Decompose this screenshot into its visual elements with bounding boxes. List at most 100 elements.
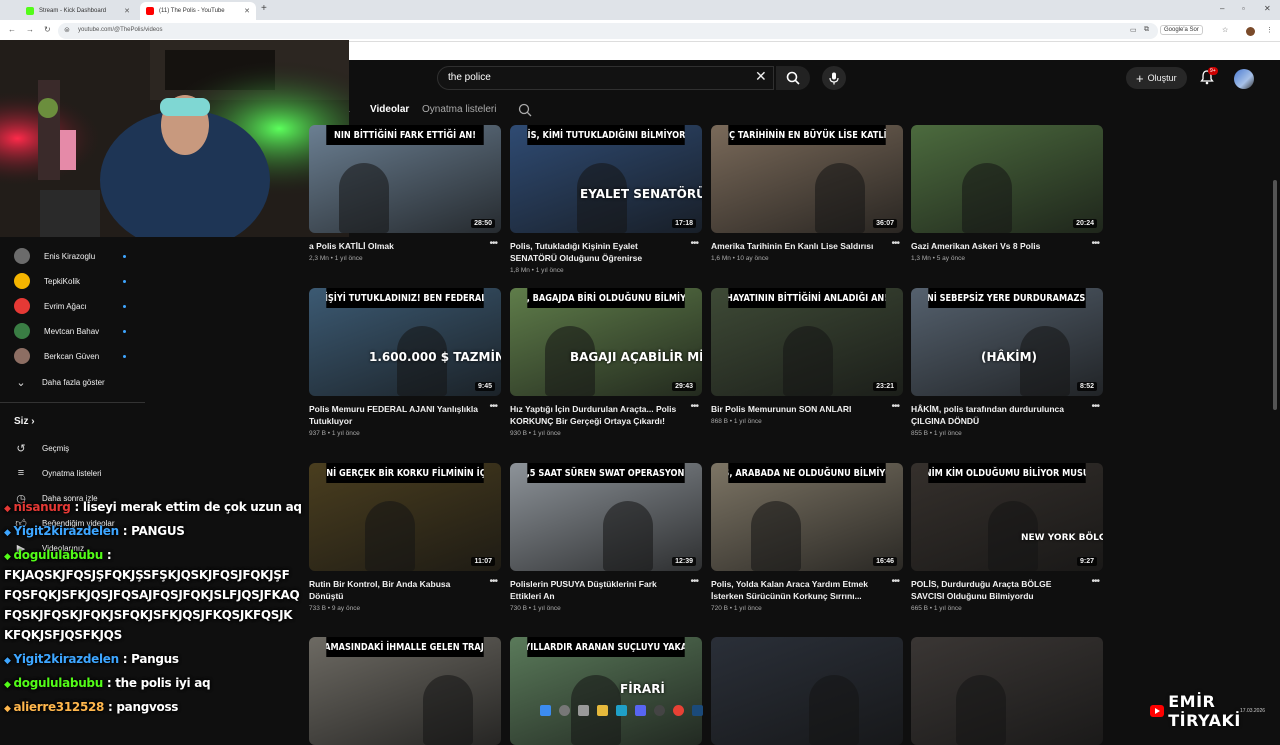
browser-tab-kick[interactable]: Stream - Kick Dashboard ✕ [20, 2, 136, 20]
close-tab-icon[interactable]: ✕ [124, 7, 130, 15]
more-options-icon[interactable]: ••• [1091, 401, 1099, 412]
obs-icon[interactable] [654, 704, 665, 716]
video-thumbnail[interactable]: YANLIŞ KİŞİYİ TUTUKLADINIZ! BEN FEDERAL … [309, 288, 501, 396]
video-title[interactable]: a Polis KATİLİ Olmak [309, 240, 484, 252]
video-thumbnail[interactable]: POLİS, KENDİNİ GERÇEK BİR KORKU FİLMİNİN… [309, 463, 501, 571]
video-title[interactable]: POLİS, Durdurduğu Araçta BÖLGE SAVCISI O… [911, 578, 1086, 602]
sidebar-item-sub-0[interactable]: Enis Kirazoglu [14, 248, 126, 264]
video-card[interactable] [911, 637, 1103, 745]
video-thumbnail[interactable]: POLİS, ARABADA NE OLDUĞUNU BİLMİYORDU 16:… [711, 463, 903, 571]
more-options-icon[interactable]: ••• [1091, 238, 1099, 249]
site-info-icon[interactable]: ⊜ [64, 26, 70, 34]
video-card[interactable]: FBI, YILLARDIR ARANAN SUÇLUYU YAKALADI Fİ… [510, 637, 702, 745]
google-ask-button[interactable]: Google'a Sor [1160, 25, 1203, 35]
search-input[interactable]: the police [437, 66, 774, 90]
video-thumbnail[interactable]: 8,5 SAAT SÜREN SWAT OPERASYONU 12:39 [510, 463, 702, 571]
sidebar-item-history[interactable]: ↺ Geçmiş [14, 442, 69, 455]
browser-menu-icon[interactable]: ⋮ [1266, 26, 1273, 34]
bookmark-star-icon[interactable]: ☆ [1222, 26, 1228, 34]
video-thumbnail[interactable]: POLİS, KİMİ TUTUKLADIĞINI BİLMİYORDU! EYA… [510, 125, 702, 233]
account-avatar[interactable] [1234, 69, 1254, 89]
video-title[interactable]: Polis, Tutukladığı Kişinin Eyalet SENATÖ… [510, 240, 685, 264]
steam-icon[interactable] [692, 704, 703, 716]
cast-icon[interactable]: ⧉ [1144, 26, 1149, 34]
more-options-icon[interactable]: ••• [891, 401, 899, 412]
tab-playlists[interactable]: Oynatma listeleri [422, 104, 496, 115]
reload-icon[interactable]: ↻ [44, 25, 51, 34]
video-card[interactable] [711, 637, 903, 745]
page-scrollbar[interactable] [1273, 180, 1277, 410]
maximize-icon[interactable]: ▫ [1242, 4, 1245, 13]
video-card[interactable]: POLİS, BAGAJDA BİRİ OLDUĞUNU BİLMİYORDU B… [510, 288, 702, 437]
browser-tab-youtube[interactable]: (11) The Polis - YouTube ✕ [140, 2, 256, 20]
tab-videos[interactable]: Videolar [370, 104, 409, 115]
create-button[interactable]: + Oluştur [1126, 67, 1187, 89]
sidebar-item-sub-4[interactable]: Berkcan Güven [14, 348, 126, 364]
video-thumbnail[interactable]: POLİS, BAGAJDA BİRİ OLDUĞUNU BİLMİYORDU B… [510, 288, 702, 396]
discord-icon[interactable] [635, 704, 646, 716]
video-title[interactable]: Hız Yaptığı İçin Durdurulan Araçta... Po… [510, 403, 685, 427]
video-card[interactable]: NIN BİTTİĞİNİ FARK ETTİĞİ AN! 28:50 a Poli… [309, 125, 501, 262]
more-options-icon[interactable]: ••• [489, 576, 497, 587]
sidebar-item-sub-3[interactable]: Mevtcan Bahav [14, 323, 126, 339]
clear-search-icon[interactable]: ✕ [755, 69, 767, 83]
video-title[interactable]: Polis Memuru FEDERAL AJANI Yanlışlıkla T… [309, 403, 484, 427]
more-options-icon[interactable]: ••• [891, 576, 899, 587]
url-field[interactable]: ⊜ youtube.com/@ThePolis/videos [58, 23, 1158, 39]
channel-search-icon[interactable] [518, 103, 532, 117]
video-title[interactable]: Amerika Tarihinin En Kanlı Lise Saldırıs… [711, 240, 886, 252]
video-title[interactable]: Polis, Yolda Kalan Araca Yardım Etmek İs… [711, 578, 886, 602]
more-options-icon[interactable]: ••• [489, 401, 497, 412]
more-options-icon[interactable]: ••• [690, 576, 698, 587]
more-options-icon[interactable]: ••• [489, 238, 497, 249]
more-options-icon[interactable]: ••• [891, 238, 899, 249]
video-thumbnail[interactable] [911, 637, 1103, 745]
screen-icon[interactable]: ▭ [1130, 26, 1137, 34]
video-card[interactable]: YANLIŞ KİŞİYİ TUTUKLADINIZ! BEN FEDERAL … [309, 288, 501, 437]
video-thumbnail[interactable] [711, 637, 903, 745]
video-card[interactable]: BENİ SEBEPSİZ YERE DURDURAMAZSIN! (HÂKİM)… [911, 288, 1103, 437]
start-icon[interactable] [540, 704, 551, 716]
video-thumbnail[interactable]: BENİ SEBEPSİZ YERE DURDURAMAZSIN! (HÂKİM)… [911, 288, 1103, 396]
video-title[interactable]: Polislerin PUSUYA Düştüklerini Fark Etti… [510, 578, 685, 602]
video-thumbnail[interactable]: FBI, YILLARDIR ARANAN SUÇLUYU YAKALADI Fİ… [510, 637, 702, 745]
video-thumbnail[interactable]: ÜST ARAMASINDAKİ İHMALLE GELEN TRAJİK SO… [309, 637, 501, 745]
sidebar-item-playlists[interactable]: ≡ Oynatma listeleri [14, 467, 102, 479]
window-close-icon[interactable]: ✕ [1264, 4, 1271, 13]
video-card[interactable]: GENÇ TARİHİNİN EN BÜYÜK LİSE KATLİAMI 36:… [711, 125, 903, 262]
search-button[interactable] [776, 66, 810, 90]
video-thumbnail[interactable]: 20:24 [911, 125, 1103, 233]
video-title[interactable]: HÂKİM, polis tarafından durdurulunca ÇIL… [911, 403, 1086, 427]
file-explorer-icon[interactable] [597, 704, 608, 716]
video-title[interactable]: Rutin Bir Kontrol, Bir Anda Kabusa Dönüş… [309, 578, 484, 602]
sidebar-item-sub-2[interactable]: Evrim Ağacı [14, 298, 126, 314]
task-view-icon[interactable] [578, 704, 589, 716]
video-thumbnail[interactable]: NIN BİTTİĞİNİ FARK ETTİĞİ AN! 28:50 [309, 125, 501, 233]
minimize-icon[interactable]: – [1220, 4, 1224, 13]
more-options-icon[interactable]: ••• [690, 401, 698, 412]
sidebar-show-more[interactable]: ⌄ Daha fazla göster [14, 376, 104, 389]
voice-search-button[interactable] [822, 66, 846, 90]
profile-avatar[interactable] [1246, 27, 1255, 36]
video-title[interactable]: Gazi Amerikan Askeri Vs 8 Polis [911, 240, 1086, 252]
close-tab-icon[interactable]: ✕ [244, 7, 250, 15]
back-icon[interactable]: ← [8, 25, 16, 34]
sidebar-item-sub-1[interactable]: TepkiKolik [14, 273, 126, 289]
video-thumbnail[interactable]: BENİM KİM OLDUĞUMU BİLİYOR MUSUN? NEW YOR… [911, 463, 1103, 571]
video-card[interactable]: 8,5 SAAT SÜREN SWAT OPERASYONU 12:39 Polis… [510, 463, 702, 612]
video-thumbnail[interactable]: GENÇ TARİHİNİN EN BÜYÜK LİSE KATLİAMI 36:… [711, 125, 903, 233]
edge-icon[interactable] [616, 704, 627, 716]
more-options-icon[interactable]: ••• [1091, 576, 1099, 587]
video-card[interactable]: POLİS, KENDİNİ GERÇEK BİR KORKU FİLMİNİN… [309, 463, 501, 612]
video-card[interactable]: POLİS, KİMİ TUTUKLADIĞINI BİLMİYORDU! EYA… [510, 125, 702, 274]
video-title[interactable]: Bir Polis Memurunun SON ANLARI [711, 403, 886, 415]
sidebar-you-heading[interactable]: Siz › [14, 416, 35, 427]
video-card[interactable]: HAYATININ BİTTİĞİNİ ANLADIĞI AN! 23:21 Bir… [711, 288, 903, 425]
video-thumbnail[interactable]: HAYATININ BİTTİĞİNİ ANLADIĞI AN! 23:21 [711, 288, 903, 396]
video-card[interactable]: 20:24 Gazi Amerikan Askeri Vs 8 Polis 1,3 … [911, 125, 1103, 262]
new-tab-icon[interactable]: + [261, 3, 267, 14]
more-options-icon[interactable]: ••• [690, 238, 698, 249]
video-card[interactable]: ÜST ARAMASINDAKİ İHMALLE GELEN TRAJİK SO… [309, 637, 501, 745]
video-card[interactable]: BENİM KİM OLDUĞUMU BİLİYOR MUSUN? NEW YOR… [911, 463, 1103, 612]
search-taskbar-icon[interactable] [559, 704, 570, 716]
